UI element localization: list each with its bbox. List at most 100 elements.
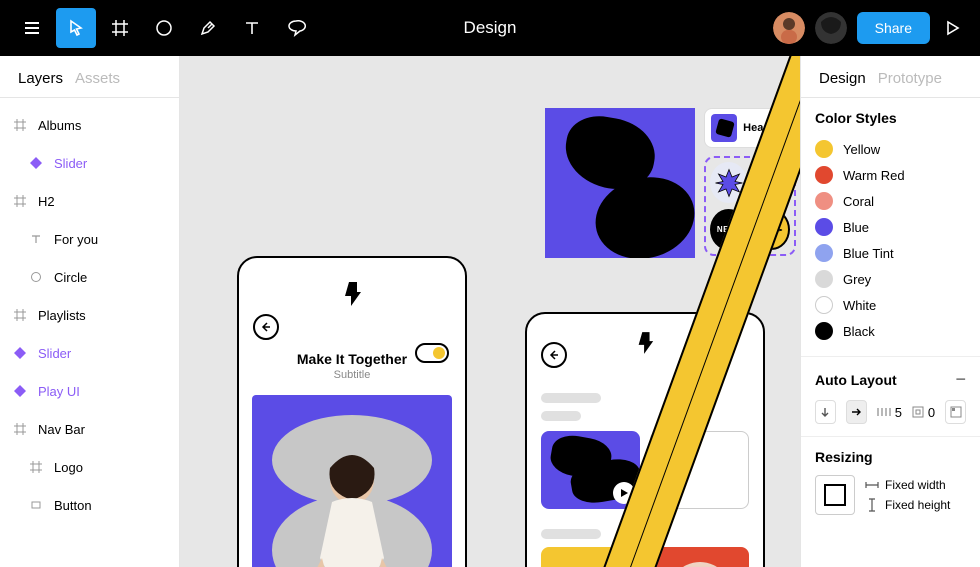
direction-vertical-button[interactable] — [815, 400, 836, 424]
component-icon — [12, 345, 28, 361]
tab-design[interactable]: Design — [819, 70, 866, 87]
resize-preview[interactable] — [815, 475, 855, 515]
layer-item-h2[interactable]: H2 — [0, 182, 179, 220]
color-swatch — [815, 166, 833, 184]
move-tool-button[interactable] — [56, 8, 96, 48]
media-card-blue[interactable] — [541, 431, 640, 509]
left-panel-tabs: Layers Assets — [0, 56, 179, 98]
frame-a-title: Make It Together — [297, 351, 407, 367]
pen-tool-button[interactable] — [188, 8, 228, 48]
layer-item-slider[interactable]: Slider — [0, 144, 179, 182]
color-style-blue-tint[interactable]: Blue Tint — [815, 240, 966, 266]
cursor-icon — [66, 18, 86, 38]
layer-item-nav-bar[interactable]: Nav Bar — [0, 410, 179, 448]
spacing-field[interactable]: 5 — [877, 405, 902, 420]
color-name: Yellow — [843, 142, 880, 157]
tab-layers[interactable]: Layers — [18, 70, 63, 87]
pen-icon — [198, 18, 218, 38]
color-style-yellow[interactable]: Yellow — [815, 136, 966, 162]
comment-tool-button[interactable] — [276, 8, 316, 48]
play-icon — [943, 19, 961, 37]
comment-icon — [286, 18, 306, 38]
alignment-icon — [950, 406, 962, 418]
circle-icon — [154, 18, 174, 38]
color-style-coral[interactable]: Coral — [815, 188, 966, 214]
purple-square-artwork[interactable] — [545, 108, 695, 258]
color-name: Blue — [843, 220, 869, 235]
layer-label: Playlists — [38, 308, 86, 323]
back-button[interactable] — [253, 314, 279, 340]
layer-label: H2 — [38, 194, 55, 209]
tab-assets[interactable]: Assets — [75, 70, 120, 87]
color-swatch — [815, 270, 833, 288]
layer-item-albums[interactable]: Albums — [0, 106, 179, 144]
color-swatch — [815, 244, 833, 262]
color-style-warm-red[interactable]: Warm Red — [815, 162, 966, 188]
layer-label: Circle — [54, 270, 87, 285]
present-button[interactable] — [940, 16, 964, 40]
frame-tool-button[interactable] — [100, 8, 140, 48]
toolbar-right: Share — [773, 12, 980, 44]
padding-field[interactable]: 0 — [912, 405, 935, 420]
layer-item-play-ui[interactable]: Play UI — [0, 372, 179, 410]
layer-item-slider[interactable]: Slider — [0, 334, 179, 372]
color-name: White — [843, 298, 876, 313]
right-panel: Design Prototype Color Styles Yellow Warm… — [800, 56, 980, 567]
album-card-red[interactable] — [650, 547, 749, 567]
layer-label: Play UI — [38, 384, 80, 399]
resizing-title: Resizing — [815, 449, 966, 465]
layer-item-playlists[interactable]: Playlists — [0, 296, 179, 334]
shape-tool-button[interactable] — [144, 8, 184, 48]
color-swatch — [815, 218, 833, 236]
layer-label: Albums — [38, 118, 81, 133]
layer-item-button[interactable]: Button — [0, 486, 179, 524]
tab-prototype[interactable]: Prototype — [878, 70, 942, 87]
avatar-icon — [773, 12, 805, 44]
avatar-user-2[interactable] — [815, 12, 847, 44]
color-swatch — [815, 192, 833, 210]
layer-item-for-you[interactable]: For you — [0, 220, 179, 258]
play-icon — [619, 488, 629, 498]
direction-horizontal-button[interactable] — [846, 400, 867, 424]
color-style-white[interactable]: White — [815, 292, 966, 318]
spacing-icon — [877, 406, 891, 418]
arrow-down-icon — [819, 406, 831, 418]
right-panel-tabs: Design Prototype — [801, 56, 980, 98]
remove-auto-layout-button[interactable]: − — [955, 369, 966, 390]
document-title[interactable]: Design — [464, 18, 517, 38]
toggle-switch[interactable] — [415, 343, 449, 363]
color-name: Grey — [843, 272, 871, 287]
component-icon — [12, 383, 28, 399]
menu-button[interactable] — [12, 8, 52, 48]
resize-width-select[interactable]: Fixed width — [865, 478, 950, 492]
hamburger-icon — [22, 18, 42, 38]
layer-label: Nav Bar — [38, 422, 85, 437]
frame-a-subtitle: Subtitle — [334, 369, 371, 381]
mobile-frame-a[interactable]: Make It Together Subtitle — [237, 256, 467, 567]
layer-list: Albums Slider H2 For you Circle Playlists Slid… — [0, 98, 179, 532]
text-tool-button[interactable] — [232, 8, 272, 48]
layer-label: Logo — [54, 460, 83, 475]
color-style-black[interactable]: Black — [815, 318, 966, 344]
canvas[interactable]: Headline NEW! Make It — [180, 56, 800, 567]
frame-icon — [12, 421, 28, 437]
avatar-user-1[interactable] — [773, 12, 805, 44]
color-style-blue[interactable]: Blue — [815, 214, 966, 240]
resizing-section: Resizing Fixed width Fixed height — [801, 437, 980, 527]
resize-height-select[interactable]: Fixed height — [865, 498, 950, 512]
share-button[interactable]: Share — [857, 12, 930, 44]
color-style-grey[interactable]: Grey — [815, 266, 966, 292]
toolbar-left — [0, 0, 316, 56]
color-name: Coral — [843, 194, 874, 209]
frame-icon — [12, 307, 28, 323]
color-styles-title: Color Styles — [815, 110, 966, 126]
topbar: Design Share — [0, 0, 980, 56]
alignment-button[interactable] — [945, 400, 966, 424]
back-button[interactable] — [541, 342, 567, 368]
left-panel: Layers Assets Albums Slider H2 For you Circl… — [0, 56, 180, 567]
auto-layout-title: Auto Layout — [815, 372, 897, 388]
layer-item-circle[interactable]: Circle — [0, 258, 179, 296]
layer-item-logo[interactable]: Logo — [0, 448, 179, 486]
auto-layout-section: Auto Layout − 5 0 — [801, 357, 980, 437]
text-icon — [28, 231, 44, 247]
